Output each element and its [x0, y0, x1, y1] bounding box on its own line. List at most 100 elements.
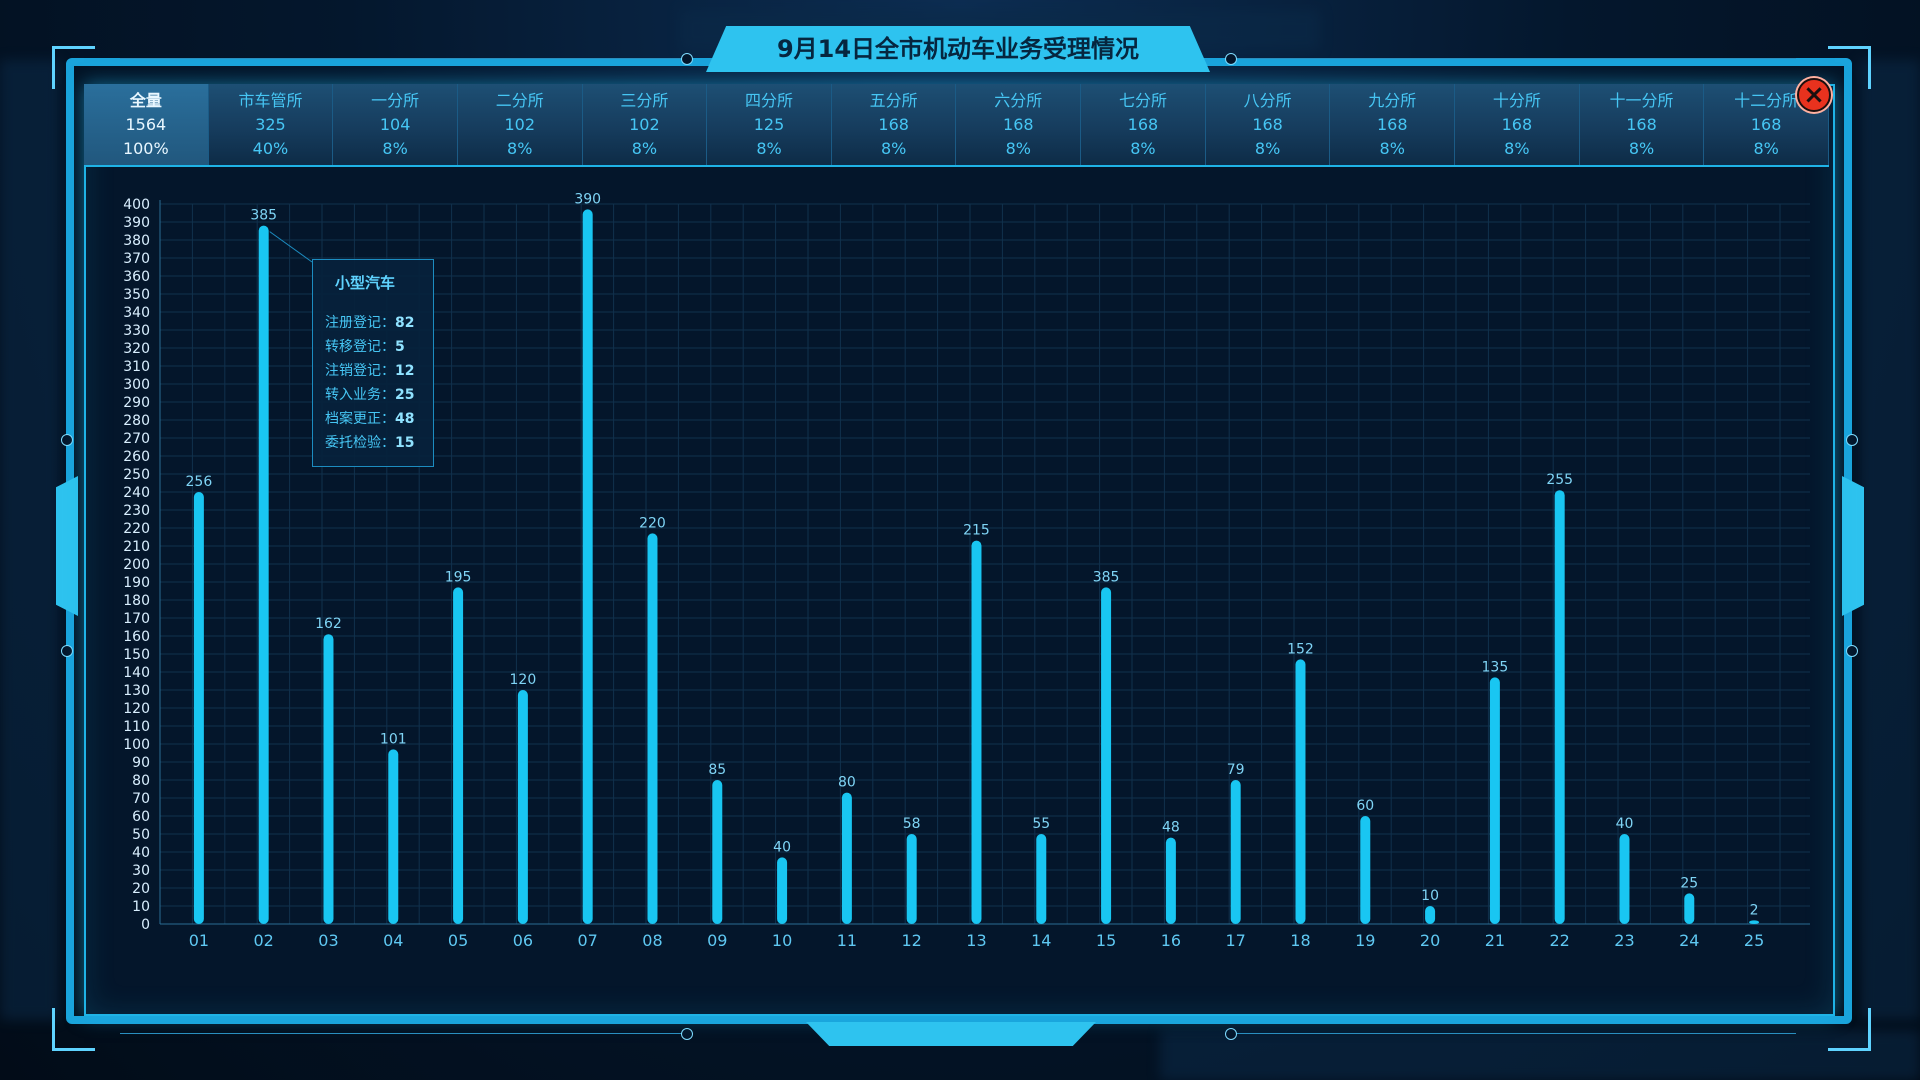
y-tick-label: 120	[123, 701, 150, 717]
y-tick-label: 280	[123, 413, 150, 429]
summary-tab-1[interactable]: 市车管所 325 40%	[208, 84, 334, 166]
bar	[1684, 893, 1695, 924]
summary-tab-8[interactable]: 七分所 168 8%	[1081, 84, 1206, 166]
tooltip-row-value: 25	[395, 387, 415, 403]
x-tick-label: 19	[1355, 931, 1375, 950]
summary-count: 168	[1003, 115, 1034, 134]
summary-name: 十分所	[1492, 91, 1541, 110]
bar	[712, 780, 723, 924]
x-tick-label: 25	[1744, 931, 1764, 950]
tooltip-row-label: 注册登记：	[325, 315, 395, 331]
bottom-tab	[806, 1022, 1096, 1046]
summary-tab-12[interactable]: 十一分所 168 8%	[1579, 84, 1705, 166]
bar	[1749, 920, 1760, 924]
bar	[453, 587, 464, 924]
bar	[582, 209, 593, 924]
tooltip-row-label: 注销登记：	[325, 363, 395, 379]
x-tick-label: 03	[318, 931, 338, 950]
summary-pct: 100%	[122, 139, 169, 158]
y-tick-label: 260	[123, 449, 150, 465]
rail-dot	[61, 645, 73, 657]
y-tick-label: 110	[123, 719, 150, 735]
summary-pct: 8%	[756, 139, 782, 158]
summary-name: 四分所	[745, 91, 794, 110]
y-tick-label: 380	[123, 233, 150, 249]
y-tick-label: 30	[132, 863, 150, 879]
y-tick-label: 190	[123, 575, 150, 591]
data-label: 2	[1750, 902, 1759, 918]
data-label: 101	[380, 731, 407, 747]
y-tick-label: 130	[123, 683, 150, 699]
summary-name: 市车管所	[238, 91, 303, 110]
summary-tab-2[interactable]: 一分所 104 8%	[333, 84, 458, 166]
data-label: 135	[1482, 659, 1509, 675]
summary-tab-6[interactable]: 五分所 168 8%	[831, 84, 957, 166]
y-tick-label: 310	[123, 359, 150, 375]
tooltip-row-label: 转入业务：	[325, 387, 395, 403]
summary-tab-11[interactable]: 十分所 168 8%	[1455, 84, 1580, 166]
x-tick-label: 10	[772, 931, 792, 950]
summary-tab-3[interactable]: 二分所 102 8%	[457, 84, 583, 166]
y-tick-label: 170	[123, 611, 150, 627]
summary-tab-7[interactable]: 六分所 168 8%	[956, 84, 1082, 166]
summary-name: 一分所	[371, 91, 420, 110]
bar	[971, 540, 982, 924]
summary-pct: 8%	[1379, 139, 1405, 158]
x-tick-label: 17	[1226, 931, 1246, 950]
summary-count: 168	[1376, 115, 1408, 134]
summary-count: 1564	[125, 115, 167, 134]
data-label: 390	[574, 191, 601, 207]
chart-tooltip: 小型汽车 注册登记：82 转移登记：5 注销登记：12 转入业务：25 档案更正：48 委…	[312, 259, 434, 467]
x-tick-label: 11	[837, 931, 857, 950]
data-label: 58	[903, 816, 921, 832]
corner-top-right	[1828, 46, 1871, 89]
summary-tab-10[interactable]: 九分所 168 8%	[1330, 84, 1456, 166]
tooltip-row-label: 委托检验：	[325, 435, 395, 451]
data-label: 195	[445, 569, 472, 585]
summary-tab-4[interactable]: 三分所 102 8%	[582, 84, 708, 166]
x-tick-label: 16	[1161, 931, 1181, 950]
data-label: 85	[708, 762, 726, 778]
rail-dot	[61, 434, 73, 446]
y-tick-label: 250	[123, 467, 150, 483]
summary-name: 三分所	[620, 91, 669, 110]
x-tick-label: 22	[1550, 931, 1570, 950]
summary-pct: 8%	[880, 139, 907, 158]
summary-tab-5[interactable]: 四分所 125 8%	[707, 84, 832, 166]
bar	[1230, 780, 1241, 924]
data-label: 79	[1227, 762, 1245, 778]
summary-count: 168	[1252, 115, 1283, 134]
blurred-sidebar-left	[0, 60, 60, 1020]
bar	[1619, 834, 1630, 924]
y-tick-label: 400	[123, 197, 150, 213]
x-tick-label: 23	[1614, 931, 1634, 950]
tooltip-row-value: 12	[395, 363, 415, 379]
tooltip-row: 转入业务：25	[325, 383, 421, 407]
bar	[1165, 837, 1176, 924]
bar	[841, 792, 852, 924]
summary-tab-0[interactable]: 全量 1564 100%	[84, 84, 209, 166]
blurred-footer	[1160, 1030, 1920, 1080]
close-button[interactable]: ×	[1797, 78, 1831, 112]
summary-name: 十二分所	[1734, 91, 1799, 110]
modal-title: 9月14日全市机动车业务受理情况	[776, 35, 1140, 63]
x-tick-label: 09	[707, 931, 727, 950]
bar	[517, 690, 528, 924]
data-label: 40	[1616, 816, 1634, 832]
summary-name: 八分所	[1243, 91, 1292, 110]
x-tick-label: 15	[1096, 931, 1116, 950]
data-label: 60	[1356, 798, 1374, 814]
tooltip-row-label: 转移登记：	[325, 339, 395, 355]
bottom-rail-right	[1230, 1033, 1796, 1034]
data-label: 10	[1421, 888, 1439, 904]
summary-pct: 40%	[252, 139, 289, 158]
summary-count: 168	[1501, 115, 1533, 134]
summary-tab-9[interactable]: 八分所 168 8%	[1205, 84, 1331, 166]
y-tick-label: 320	[123, 341, 150, 357]
y-tick-label: 180	[123, 593, 150, 609]
summary-count: 168	[1127, 115, 1159, 134]
summary-pct: 8%	[1628, 139, 1655, 158]
y-tick-label: 100	[123, 737, 150, 753]
y-tick-label: 220	[123, 521, 150, 537]
y-tick-label: 300	[123, 377, 150, 393]
